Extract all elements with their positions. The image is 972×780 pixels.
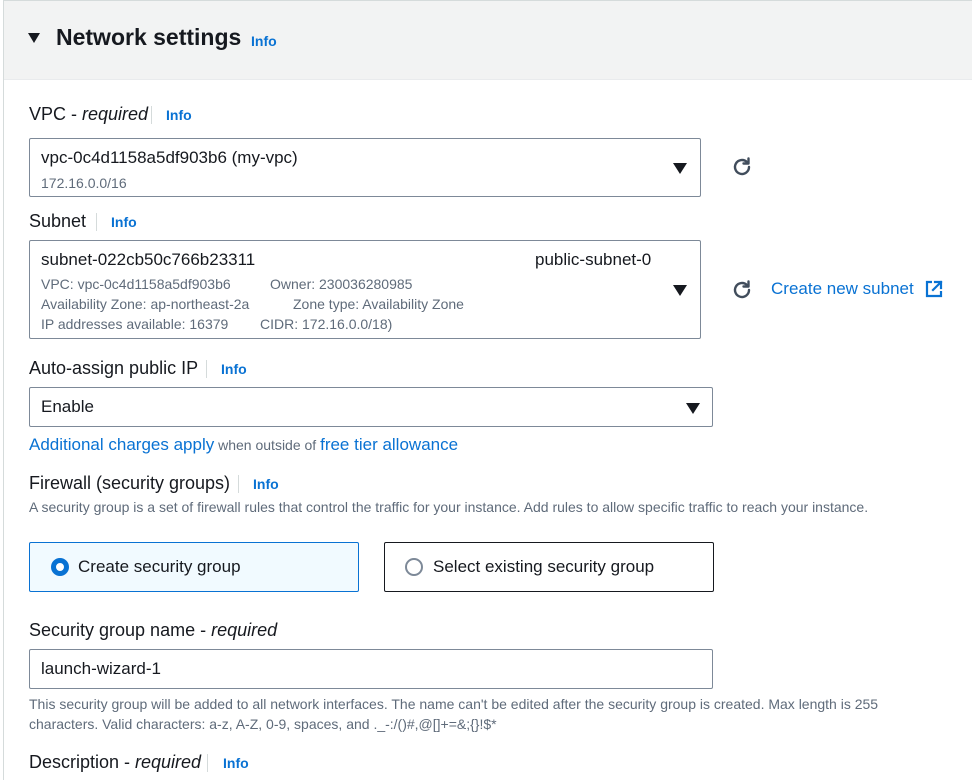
vpc-info-link[interactable]: Info: [166, 107, 192, 123]
description-info-link[interactable]: Info: [223, 755, 249, 771]
select-existing-security-group-label: Select existing security group: [433, 557, 655, 576]
section-title: Network settings: [56, 24, 242, 50]
subnet-info-link[interactable]: Info: [111, 214, 137, 230]
free-tier-link[interactable]: free tier allowance: [320, 435, 458, 454]
vpc-select[interactable]: vpc-0c4d1158a5df903b6 (my-vpc) 172.16.0.…: [29, 138, 701, 197]
public-ip-value: Enable: [41, 397, 94, 416]
vpc-label: VPC - required: [29, 104, 149, 124]
charges-note: Additional charges apply when outside of…: [29, 435, 458, 455]
sg-name-value: launch-wizard-1: [41, 659, 161, 678]
vpc-select-value: vpc-0c4d1158a5df903b6 (my-vpc): [41, 148, 298, 167]
divider: [96, 213, 97, 231]
radio-selected-icon[interactable]: [51, 558, 69, 576]
subnet-az: Availability Zone: ap-northeast-2a: [41, 296, 250, 312]
radio-unselected-icon[interactable]: [405, 558, 423, 576]
create-security-group-option[interactable]: Create security group: [29, 542, 359, 592]
charges-text: when outside of: [214, 437, 321, 453]
subnet-zone-type: Zone type: Availability Zone: [293, 296, 464, 312]
select-existing-security-group-option[interactable]: Select existing security group: [384, 542, 714, 592]
firewall-label: Firewall (security groups): [29, 473, 231, 493]
subnet-ips: IP addresses available: 16379: [41, 316, 229, 332]
divider: [238, 475, 239, 493]
divider: [206, 360, 207, 378]
dropdown-arrow-icon: [686, 403, 700, 414]
create-security-group-label: Create security group: [78, 557, 241, 576]
divider: [207, 754, 208, 772]
description-label: Description - required: [29, 752, 202, 772]
firewall-description: A security group is a set of firewall ru…: [29, 499, 869, 515]
external-link-icon[interactable]: [925, 280, 943, 298]
section-info-link[interactable]: Info: [251, 33, 277, 49]
subnet-vpc: VPC: vpc-0c4d1158a5df903b6: [41, 276, 231, 292]
sg-name-input[interactable]: launch-wizard-1: [29, 649, 713, 689]
firewall-info-link[interactable]: Info: [253, 476, 279, 492]
public-ip-info-link[interactable]: Info: [221, 361, 247, 377]
subnet-select[interactable]: subnet-022cb50c766b23311 public-subnet-0…: [29, 240, 701, 339]
dropdown-arrow-icon: [673, 285, 687, 296]
subnet-owner: Owner: 230036280985: [270, 276, 413, 292]
divider: [151, 106, 152, 124]
vpc-cidr: 172.16.0.0/16: [41, 175, 127, 191]
section-header[interactable]: Network settings Info: [4, 1, 972, 80]
additional-charges-link[interactable]: Additional charges apply: [29, 435, 214, 454]
caret-down-icon[interactable]: [28, 33, 40, 43]
network-settings-panel: Network settings Info VPC - required Inf…: [3, 0, 972, 780]
sg-name-label: Security group name - required: [29, 620, 278, 640]
refresh-vpc-icon[interactable]: [730, 155, 754, 179]
public-ip-label: Auto-assign public IP: [29, 358, 199, 378]
refresh-subnet-icon[interactable]: [730, 278, 754, 302]
subnet-cidr: CIDR: 172.16.0.0/18): [260, 316, 393, 332]
subnet-label: Subnet: [29, 211, 87, 231]
create-new-subnet-link[interactable]: Create new subnet: [771, 279, 914, 299]
dropdown-arrow-icon: [673, 163, 687, 174]
subnet-id: subnet-022cb50c766b23311: [41, 250, 256, 269]
public-ip-select[interactable]: Enable: [29, 387, 713, 427]
sg-name-help: This security group will be added to all…: [29, 696, 879, 732]
subnet-name: public-subnet-0: [535, 250, 652, 269]
